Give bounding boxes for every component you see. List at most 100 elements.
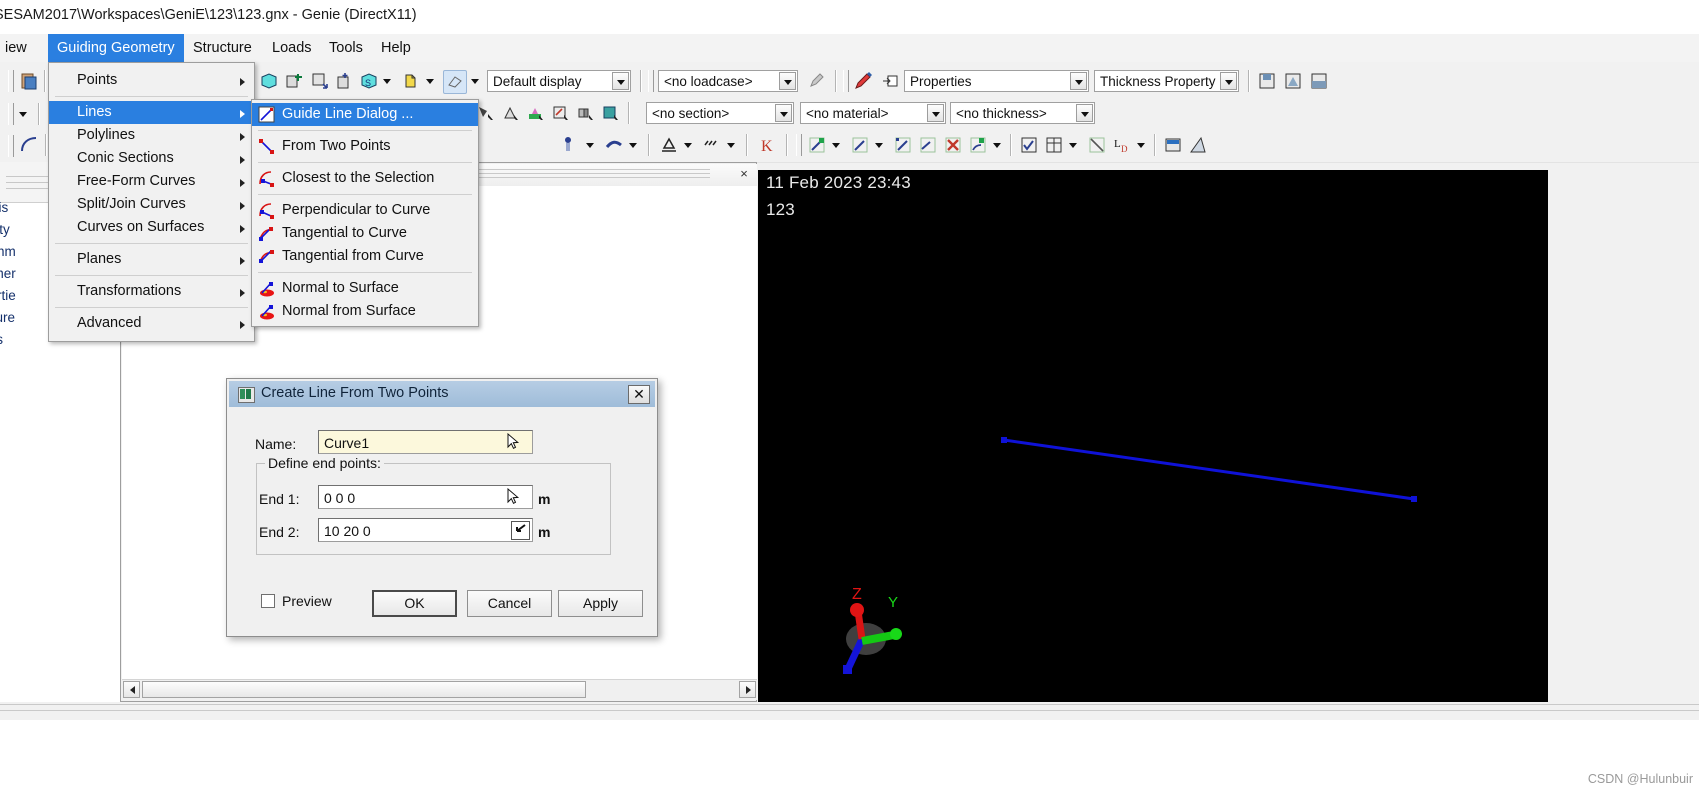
select-plate-icon[interactable] — [525, 102, 547, 124]
properties-dropdown-button[interactable] — [1070, 72, 1087, 90]
menu-item-planes[interactable]: Planes — [49, 248, 254, 271]
menu-item-tangential-to-curve[interactable]: Tangential to Curve — [252, 222, 478, 245]
plate-icon[interactable] — [400, 70, 422, 92]
menu-item-points[interactable]: Points — [49, 69, 254, 92]
display-mode-dropdown-button[interactable] — [612, 72, 629, 90]
material-dropdown-button[interactable] — [927, 104, 944, 122]
apply-button[interactable]: Apply — [558, 590, 643, 617]
chevron-down-icon[interactable] — [425, 70, 435, 92]
menu-item-curves-on-surfaces[interactable]: Curves on Surfaces — [49, 216, 254, 239]
result-view-icon[interactable] — [1162, 134, 1184, 156]
mesh-delete-icon[interactable] — [942, 134, 964, 156]
menu-item-guide-line-dialog[interactable]: Guide Line Dialog ... — [252, 103, 478, 126]
mirror-solid-icon[interactable] — [308, 70, 330, 92]
toolbar-grip[interactable] — [8, 103, 14, 125]
menu-item-lines[interactable]: Lines — [49, 101, 254, 124]
wireframe-icon[interactable] — [443, 70, 467, 94]
chevron-down-icon[interactable] — [831, 134, 841, 156]
chevron-down-icon[interactable] — [585, 134, 595, 156]
toolbar-grip[interactable] — [648, 70, 654, 92]
select-joint-icon[interactable] — [575, 102, 597, 124]
menu-item-guiding-geometry[interactable]: Guiding Geometry — [48, 34, 184, 62]
sidebar-item-capacity[interactable]: acity — [0, 222, 10, 237]
sidebar-item-utilities[interactable]: ties — [0, 332, 3, 347]
sidebar-item-environment[interactable]: ironm — [0, 244, 16, 259]
menu-item-view[interactable]: iew — [0, 34, 36, 62]
loadcase-dropdown-button[interactable] — [779, 72, 796, 90]
loadcase-paint-icon[interactable] — [806, 70, 828, 92]
thickness-dropdown-button[interactable] — [1076, 104, 1093, 122]
end1-input[interactable]: 0 0 0 — [318, 485, 533, 509]
line-tool-icon[interactable] — [603, 134, 625, 156]
sidebar-item-structure[interactable]: icture — [0, 310, 15, 325]
select-panel-icon[interactable] — [550, 102, 572, 124]
mesh-edit-icon[interactable] — [849, 134, 871, 156]
thickness-combo[interactable]: <no thickness> — [950, 102, 1095, 124]
menu-item-loads[interactable]: Loads — [263, 34, 321, 62]
ok-button[interactable]: OK — [372, 590, 457, 617]
manage-layout-icon[interactable] — [1308, 70, 1330, 92]
section-dropdown-button[interactable] — [775, 104, 792, 122]
name-input[interactable]: Curve1 — [318, 430, 533, 454]
preview-checkbox[interactable] — [261, 594, 275, 608]
arc-tool-icon[interactable] — [18, 134, 40, 156]
menu-item-perpendicular-to-curve[interactable]: Perpendicular to Curve — [252, 199, 478, 222]
chevron-down-icon[interactable] — [382, 70, 392, 92]
menu-item-tangential-from-curve[interactable]: Tangential from Curve — [252, 245, 478, 268]
guiding-geometry-menu[interactable]: Points Lines Polylines Conic Sections Fr… — [48, 62, 255, 342]
curvature-icon[interactable]: K — [756, 134, 778, 156]
scroll-thumb[interactable] — [142, 681, 586, 698]
dialog-title-bar[interactable]: Create Line From Two Points ✕ — [229, 381, 655, 407]
chevron-down-icon[interactable] — [18, 103, 28, 125]
solid-view-icon[interactable] — [258, 70, 280, 92]
chevron-down-icon[interactable] — [683, 134, 693, 156]
restore-layout-icon[interactable] — [1282, 70, 1304, 92]
mesh-node-icon[interactable] — [892, 134, 914, 156]
menu-item-structure[interactable]: Structure — [184, 34, 261, 62]
measure-icon[interactable] — [1187, 134, 1209, 156]
menu-item-split-join-curves[interactable]: Split/Join Curves — [49, 193, 254, 216]
select-beam-icon[interactable] — [500, 102, 522, 124]
loadcase-combo[interactable]: <no loadcase> — [658, 70, 798, 92]
chevron-down-icon[interactable] — [1136, 134, 1146, 156]
menu-item-from-two-points[interactable]: From Two Points — [252, 135, 478, 158]
chevron-down-icon[interactable] — [726, 134, 736, 156]
3d-viewport[interactable]: 11 Feb 2023 23:43 123 Z Y — [758, 170, 1548, 702]
local-direction-icon[interactable]: LD — [1111, 134, 1133, 156]
sidebar-item-equipment[interactable]: ipmer — [0, 266, 16, 281]
check-mesh-icon[interactable] — [1018, 134, 1040, 156]
toolbar-grip[interactable] — [8, 135, 14, 157]
scroll-right-button[interactable] — [739, 681, 756, 698]
properties-brush-icon[interactable] — [853, 70, 875, 92]
load-icon[interactable] — [701, 134, 723, 156]
chevron-down-icon[interactable] — [628, 134, 638, 156]
sidebar-item-analysis[interactable]: lysis — [0, 200, 8, 215]
cancel-button[interactable]: Cancel — [467, 590, 552, 617]
display-mode-combo[interactable]: Default display — [487, 70, 631, 92]
scroll-left-button[interactable] — [123, 681, 140, 698]
horizontal-scrollbar[interactable] — [122, 679, 757, 700]
properties-combo[interactable]: Properties — [904, 70, 1089, 92]
close-icon[interactable]: ✕ — [628, 385, 650, 404]
menu-item-transformations[interactable]: Transformations — [49, 280, 254, 303]
end2-pick-button[interactable] — [511, 521, 530, 540]
chevron-down-icon[interactable] — [470, 70, 480, 92]
support-icon[interactable] — [658, 134, 680, 156]
thickness-property-combo[interactable]: Thickness Property — [1094, 70, 1239, 92]
paste-icon[interactable] — [18, 70, 40, 92]
thickness-property-dropdown-button[interactable] — [1220, 72, 1237, 90]
point-tool-icon[interactable] — [560, 134, 582, 156]
chevron-down-icon[interactable] — [1068, 134, 1078, 156]
material-combo[interactable]: <no material> — [800, 102, 946, 124]
toolbar-grip[interactable] — [8, 70, 14, 92]
sidebar-item-properties[interactable]: pertie — [0, 288, 16, 303]
lines-submenu[interactable]: Guide Line Dialog ... From Two Points Cl… — [251, 99, 479, 327]
menu-item-advanced[interactable]: Advanced — [49, 312, 254, 335]
menu-item-free-form-curves[interactable]: Free-Form Curves — [49, 170, 254, 193]
toolbar-grip[interactable] — [843, 70, 849, 92]
chevron-down-icon[interactable] — [874, 134, 884, 156]
menu-item-normal-from-surface[interactable]: Normal from Surface — [252, 300, 478, 323]
extrude-icon[interactable] — [333, 70, 355, 92]
close-icon[interactable]: × — [737, 167, 751, 181]
section-combo[interactable]: <no section> — [646, 102, 794, 124]
